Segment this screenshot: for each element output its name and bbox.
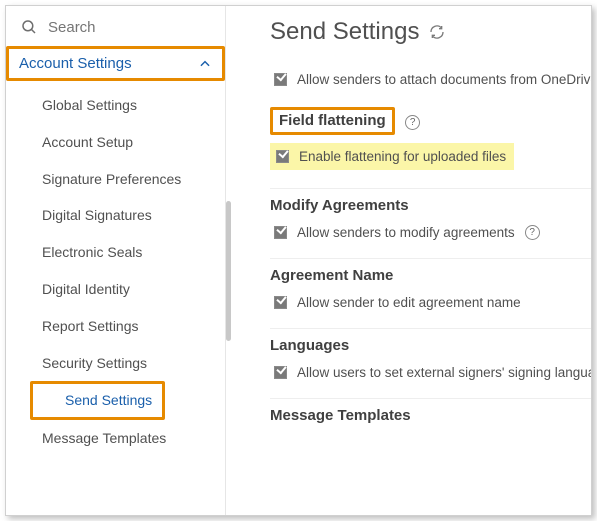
section-heading-text: Languages <box>270 337 349 354</box>
page-title-row: Send Settings <box>270 18 591 46</box>
section-field-flattening: Field flattening ? Enable flattening for… <box>270 107 591 188</box>
nav-item-security-settings[interactable]: Security Settings <box>6 345 225 382</box>
sidebar-section-account-settings[interactable]: Account Settings <box>6 46 225 81</box>
nav-item-message-templates[interactable]: Message Templates <box>6 420 225 457</box>
section-heading-box: Field flattening <box>270 107 395 135</box>
nav-item-label: Account Setup <box>42 134 133 150</box>
nav-list: Global Settings Account Setup Signature … <box>6 81 225 463</box>
nav-item-global-settings[interactable]: Global Settings <box>6 87 225 124</box>
nav-item-digital-identity[interactable]: Digital Identity <box>6 271 225 308</box>
page-title: Send Settings <box>270 18 419 46</box>
nav-item-report-settings[interactable]: Report Settings <box>6 308 225 345</box>
nav-item-label: Signature Preferences <box>42 171 181 187</box>
checkbox-onedrive[interactable] <box>274 73 287 86</box>
section-languages: Languages Allow users to set external si… <box>270 328 591 398</box>
setting-label: Enable flattening for uploaded files <box>299 149 506 164</box>
nav-item-account-setup[interactable]: Account Setup <box>6 124 225 161</box>
search-icon <box>20 18 38 36</box>
scrollbar-vertical[interactable] <box>226 201 231 341</box>
nav-item-label: Electronic Seals <box>42 244 142 260</box>
section-heading: Languages <box>270 337 349 354</box>
nav-item-label: Send Settings <box>30 381 165 420</box>
highlight-flattening: Enable flattening for uploaded files <box>270 143 514 170</box>
checkbox-modify[interactable] <box>274 226 287 239</box>
section-agreement-name: Agreement Name Allow sender to edit agre… <box>270 258 591 328</box>
setting-agreement-name: Allow sender to edit agreement name <box>270 285 591 310</box>
sidebar: Account Settings Global Settings Account… <box>6 6 226 515</box>
section-heading-text: Message Templates <box>270 407 411 424</box>
nav-item-digital-signatures[interactable]: Digital Signatures <box>6 197 225 234</box>
search-input[interactable] <box>48 19 211 36</box>
section-heading: Agreement Name <box>270 267 393 284</box>
section-message-templates: Message Templates <box>270 398 591 443</box>
setting-label: Allow users to set external signers' sig… <box>297 365 591 380</box>
refresh-icon[interactable] <box>429 24 445 40</box>
section-heading-text: Modify Agreements <box>270 197 409 214</box>
main: Send Settings Allow senders to attach do… <box>226 6 591 515</box>
checkbox-languages[interactable] <box>274 366 287 379</box>
nav-item-label: Digital Signatures <box>42 207 152 223</box>
nav-item-label: Digital Identity <box>42 281 130 297</box>
nav-item-label: Security Settings <box>42 355 147 371</box>
nav-item-label: Message Templates <box>42 430 166 446</box>
chevron-up-icon <box>198 57 212 71</box>
section-modify-agreements: Modify Agreements Allow senders to modif… <box>270 188 591 258</box>
setting-label: Allow sender to edit agreement name <box>297 295 521 310</box>
checkbox-agreement-name[interactable] <box>274 296 287 309</box>
setting-label: Allow senders to attach documents from O… <box>297 72 591 87</box>
setting-label: Allow senders to modify agreements <box>297 225 515 240</box>
nav-item-send-settings[interactable]: Send Settings <box>6 381 225 420</box>
nav-item-signature-preferences[interactable]: Signature Preferences <box>6 161 225 198</box>
checkbox-flattening[interactable] <box>276 150 289 163</box>
help-icon[interactable]: ? <box>405 115 420 130</box>
section-heading-text: Agreement Name <box>270 267 393 284</box>
section-heading: Modify Agreements <box>270 197 409 214</box>
nav-item-electronic-seals[interactable]: Electronic Seals <box>6 234 225 271</box>
section-heading: Message Templates <box>270 407 411 424</box>
setting-onedrive: Allow senders to attach documents from O… <box>270 68 591 107</box>
sidebar-section-label: Account Settings <box>19 55 132 72</box>
search-row <box>6 6 225 46</box>
setting-modify: Allow senders to modify agreements ? <box>270 215 591 240</box>
help-icon[interactable]: ? <box>525 225 540 240</box>
nav-item-label: Global Settings <box>42 97 137 113</box>
nav-item-label: Report Settings <box>42 318 139 334</box>
section-heading: Field flattening <box>279 112 386 129</box>
setting-languages: Allow users to set external signers' sig… <box>270 355 591 380</box>
